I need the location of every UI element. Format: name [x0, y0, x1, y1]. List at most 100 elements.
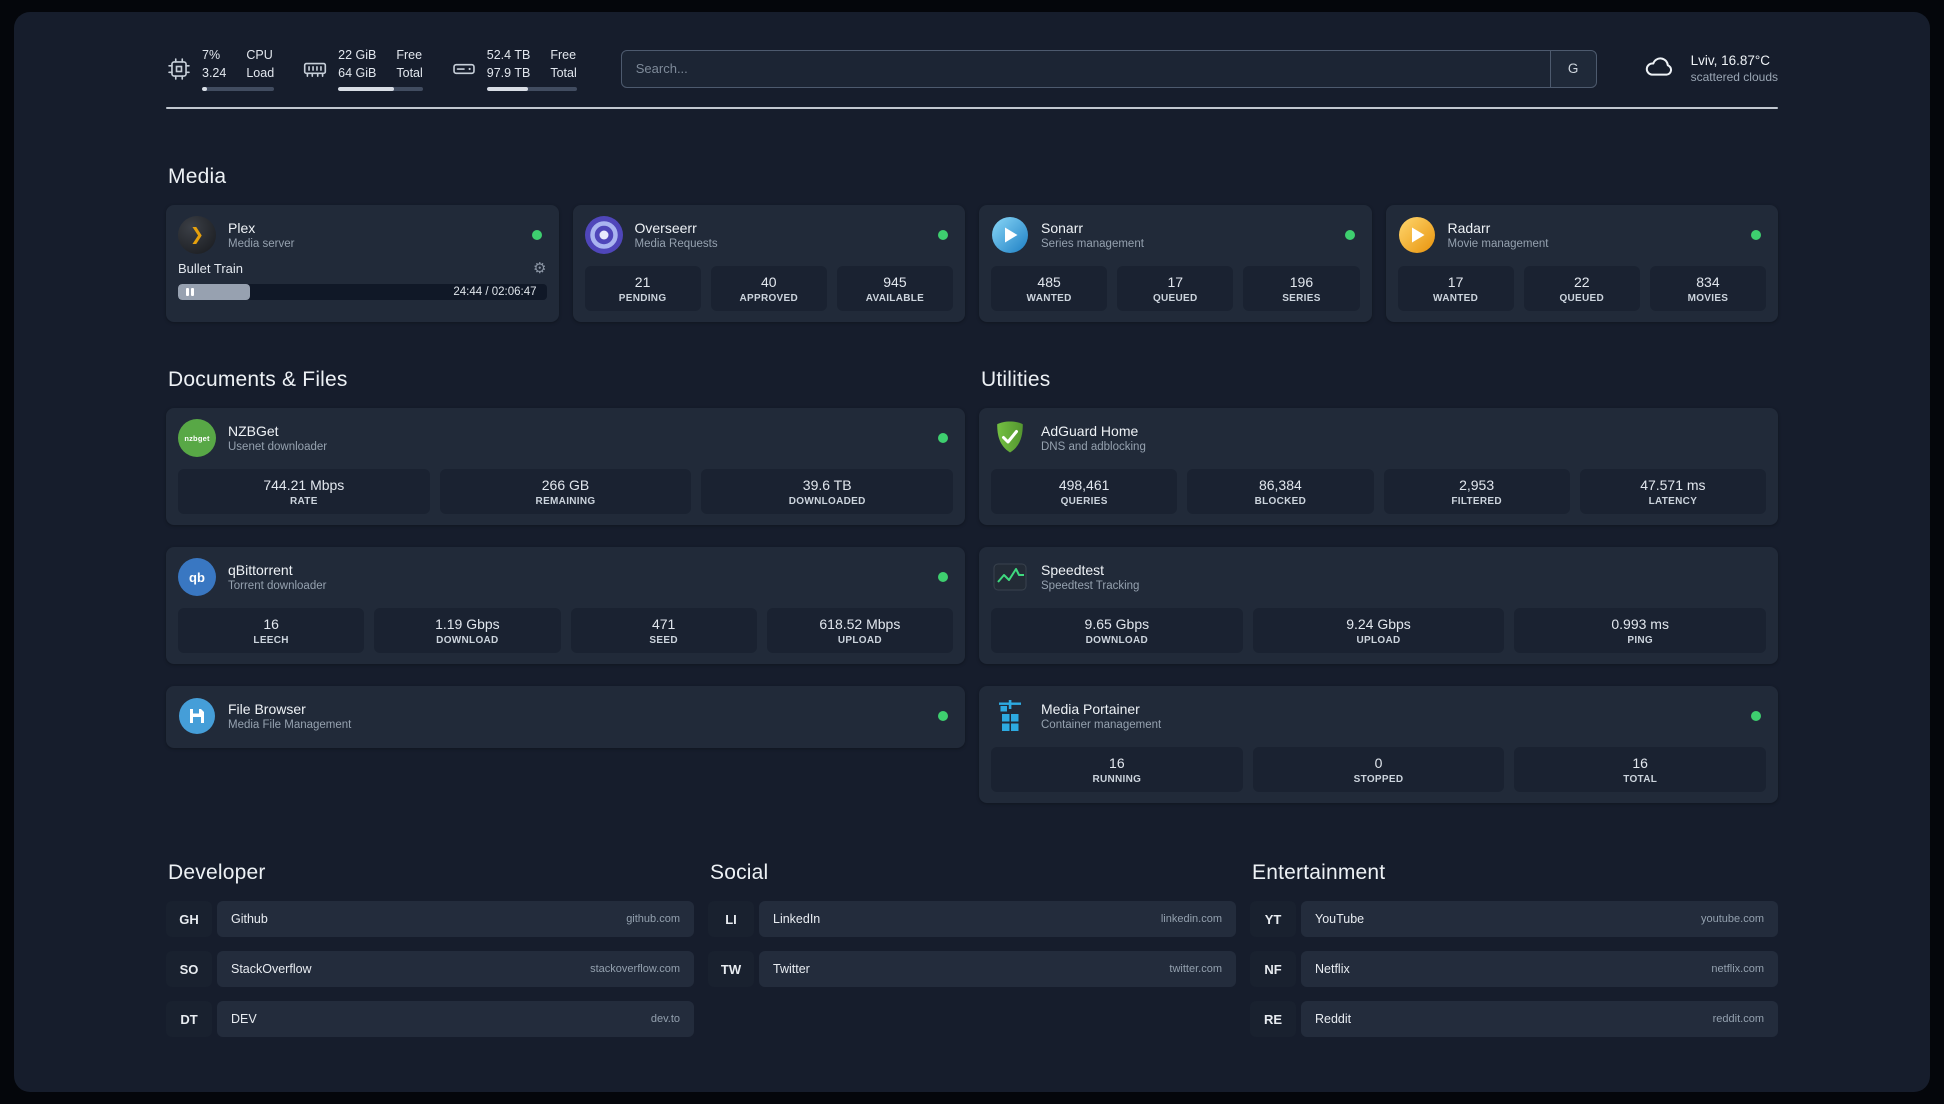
- weather-condition: scattered clouds: [1690, 70, 1778, 85]
- service-name: AdGuard Home: [1041, 423, 1139, 440]
- stat-value: 471: [651, 616, 676, 633]
- bookmark-youtube[interactable]: YT YouTube youtube.com: [1250, 901, 1778, 938]
- bookmark-url: netflix.com: [1711, 963, 1764, 976]
- stat-value: 9.24 Gbps: [1346, 616, 1411, 633]
- stat-box: 40 APPROVED: [710, 266, 827, 312]
- disk-icon: [451, 56, 477, 82]
- stat-box: 86,384 BLOCKED: [1187, 469, 1374, 515]
- service-subtitle: Container management: [1041, 719, 1162, 732]
- stat-label: BLOCKED: [1254, 496, 1307, 508]
- stat-box: 9.65 Gbps DOWNLOAD: [991, 608, 1243, 654]
- bookmark-abbr: LI: [708, 901, 754, 938]
- bookmark-url: youtube.com: [1701, 913, 1764, 926]
- section-title-utilities: Utilities: [981, 368, 1051, 392]
- bookmark-url: github.com: [626, 913, 680, 926]
- stat-value: 40: [760, 274, 777, 291]
- stat-value: 266 GB: [541, 477, 590, 494]
- disk-usage-bar: [486, 87, 577, 92]
- stat-label: UPLOAD: [1356, 635, 1401, 647]
- speedtest-card[interactable]: Speedtest Speedtest Tracking 9.65 Gbps D…: [979, 547, 1778, 665]
- stat-label: AVAILABLE: [865, 293, 925, 305]
- stat-box: 196 SERIES: [1243, 266, 1360, 312]
- bookmark-twitter[interactable]: TW Twitter twitter.com: [708, 951, 1236, 988]
- plex-card[interactable]: ❯ Plex Media server Bullet Train ⚙ 24:44…: [166, 205, 559, 323]
- memory-free-value: 22 GiB: [338, 48, 377, 62]
- disk-widget: 52.4 TB 97.9 TB Free Total: [451, 46, 577, 92]
- bookmark-stackoverflow[interactable]: SO StackOverflow stackoverflow.com: [166, 951, 694, 988]
- bookmark-name: YouTube: [1315, 912, 1365, 927]
- service-name: File Browser: [228, 701, 306, 718]
- bookmark-linkedin[interactable]: LI LinkedIn linkedin.com: [708, 901, 1236, 938]
- stat-value: 47.571 ms: [1640, 477, 1706, 494]
- bookmark-name: Netflix: [1315, 962, 1350, 977]
- bookmark-dev[interactable]: DT DEV dev.to: [166, 1001, 694, 1038]
- filebrowser-card[interactable]: File Browser Media File Management: [166, 686, 965, 749]
- memory-label-bottom: Total: [396, 66, 423, 81]
- portainer-card[interactable]: Media Portainer Container management 16 …: [979, 686, 1778, 804]
- bookmark-url: linkedin.com: [1160, 913, 1222, 926]
- stat-value: 0.993 ms: [1611, 616, 1669, 633]
- playback-time: 24:44 / 02:06:47: [453, 286, 537, 299]
- stat-label: SERIES: [1282, 293, 1321, 305]
- sonarr-card[interactable]: Sonarr Series management 485 WANTED 17 Q…: [979, 205, 1372, 323]
- stat-box: 22 QUEUED: [1523, 266, 1640, 312]
- search-bar: G: [620, 49, 1597, 88]
- stat-value: 498,461: [1058, 477, 1110, 494]
- bookmark-name: DEV: [231, 1012, 257, 1027]
- bookmark-reddit[interactable]: RE Reddit reddit.com: [1250, 1001, 1778, 1038]
- stat-box: 9.24 Gbps UPLOAD: [1252, 608, 1505, 654]
- bookmark-abbr: SO: [166, 951, 212, 988]
- service-name: Sonarr: [1041, 220, 1084, 237]
- stat-box: 471 SEED: [570, 608, 757, 654]
- stat-box: 17 QUEUED: [1117, 266, 1234, 312]
- service-name: qBittorrent: [228, 562, 293, 579]
- stat-label: UPLOAD: [837, 635, 882, 647]
- stat-value: 2,953: [1459, 477, 1495, 494]
- pause-button[interactable]: [186, 288, 194, 297]
- stat-box: 0.993 ms PING: [1514, 608, 1767, 654]
- stat-value: 16: [1109, 755, 1125, 772]
- section-media: Media ❯ Plex Media server Bullet Train ⚙: [166, 165, 1778, 323]
- bookmark-name: Github: [231, 912, 268, 927]
- stat-box: 0 STOPPED: [1252, 747, 1505, 793]
- service-subtitle: Media server: [228, 238, 295, 251]
- bookmark-netflix[interactable]: NF Netflix netflix.com: [1250, 951, 1778, 988]
- search-provider-button[interactable]: G: [1549, 50, 1596, 87]
- nzbget-card[interactable]: nzbget NZBGet Usenet downloader 744.21 M…: [166, 408, 965, 526]
- stat-value: 485: [1037, 274, 1061, 291]
- stat-value: 86,384: [1258, 477, 1302, 494]
- overseerr-logo-icon: [584, 216, 623, 255]
- nzbget-logo-text: nzbget: [184, 433, 210, 443]
- radarr-card[interactable]: Radarr Movie management 17 WANTED 22 QUE…: [1385, 205, 1778, 323]
- qbittorrent-card[interactable]: qb qBittorrent Torrent downloader 16 LEE…: [166, 547, 965, 665]
- plex-chevron-icon: ❯: [189, 225, 205, 245]
- stat-value: 9.65 Gbps: [1084, 616, 1150, 633]
- service-subtitle: Torrent downloader: [228, 580, 327, 593]
- bookmark-name: Twitter: [773, 962, 810, 977]
- stat-label: QUEUED: [1152, 293, 1198, 305]
- bookmark-name: Reddit: [1315, 1012, 1352, 1027]
- sonarr-logo-icon: [991, 216, 1029, 254]
- dashboard-page: 7% 3.24 CPU Load 22 GiB 64 GiB Free Tota…: [14, 12, 1930, 1092]
- search-input[interactable]: [621, 50, 1550, 87]
- adguard-card[interactable]: AdGuard Home DNS and adblocking 498,461 …: [979, 408, 1778, 526]
- stat-label: DOWNLOAD: [436, 635, 499, 647]
- cpu-widget: 7% 3.24 CPU Load: [166, 46, 275, 92]
- service-name: Speedtest: [1041, 562, 1105, 579]
- cpu-percent: 7%: [202, 48, 221, 62]
- service-name: NZBGet: [228, 423, 279, 440]
- section-social: Social LI LinkedIn linkedin.com TW Twitt…: [708, 861, 1236, 988]
- cpu-icon: [166, 56, 192, 82]
- stat-box: 945 AVAILABLE: [836, 266, 954, 312]
- section-developer: Developer GH Github github.com SO StackO…: [166, 861, 694, 1038]
- stat-label: STOPPED: [1353, 774, 1404, 786]
- gear-icon[interactable]: ⚙: [533, 261, 546, 276]
- stat-box: 16 TOTAL: [1514, 747, 1767, 793]
- stat-value: 16: [1632, 755, 1648, 772]
- bookmark-github[interactable]: GH Github github.com: [166, 901, 694, 938]
- radarr-logo-icon: [1398, 216, 1436, 254]
- plex-logo-icon: ❯: [178, 216, 216, 255]
- status-dot: [1751, 230, 1761, 241]
- nzbget-logo-icon: nzbget: [178, 419, 216, 458]
- overseerr-card[interactable]: Overseerr Media Requests 21 PENDING 40 A…: [572, 205, 965, 323]
